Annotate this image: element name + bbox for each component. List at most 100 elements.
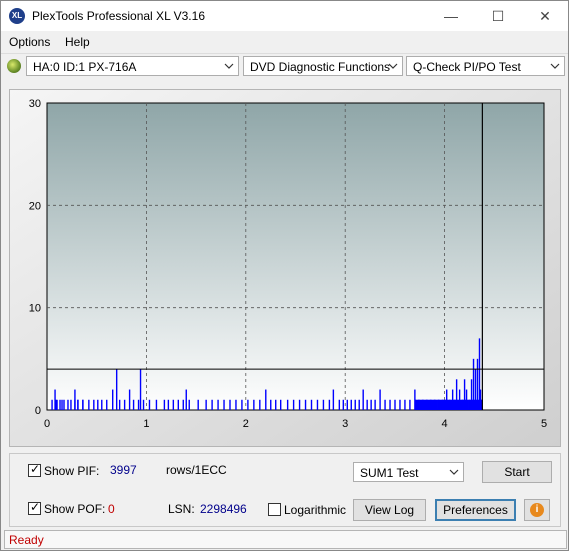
data-bar xyxy=(217,399,219,410)
data-bar xyxy=(404,399,406,410)
toolbar: HA:0 ID:1 PX-716A DVD Diagnostic Functio… xyxy=(1,53,568,80)
checkmark-icon: ✓ xyxy=(30,500,41,514)
pof-value: 0 xyxy=(108,502,115,516)
checkmark-icon: ✓ xyxy=(30,462,41,476)
data-bar xyxy=(362,389,364,410)
data-bar xyxy=(101,399,103,410)
drive-select-value: HA:0 ID:1 PX-716A xyxy=(33,60,137,74)
data-bar xyxy=(163,399,166,410)
data-bar xyxy=(310,399,313,410)
show-pof-label: Show POF: xyxy=(44,502,106,516)
data-bar xyxy=(112,389,114,410)
data-bar xyxy=(316,399,319,410)
logarithmic-checkbox[interactable] xyxy=(268,503,281,516)
data-bar xyxy=(286,399,289,410)
x-tick-label: 5 xyxy=(541,418,547,430)
data-bar xyxy=(342,399,345,410)
chevron-down-icon xyxy=(224,63,234,69)
data-bar xyxy=(275,399,277,410)
data-bar xyxy=(265,389,267,410)
function-select-value: DVD Diagnostic Functions xyxy=(250,60,391,74)
data-bar xyxy=(82,399,84,410)
x-tick-label: 4 xyxy=(442,418,448,430)
data-bar xyxy=(172,399,175,410)
data-bar xyxy=(389,399,391,410)
data-bar xyxy=(51,399,53,410)
data-bar xyxy=(384,399,386,410)
data-bar xyxy=(148,399,151,410)
menu-options[interactable]: Options xyxy=(9,35,50,49)
menu-help[interactable]: Help xyxy=(65,35,90,49)
app-logo-icon: XL xyxy=(9,8,25,24)
data-bar xyxy=(328,399,331,410)
function-select[interactable]: DVD Diagnostic Functions xyxy=(243,56,403,76)
start-button[interactable]: Start xyxy=(482,461,552,483)
data-bar xyxy=(155,399,158,410)
data-bar xyxy=(185,389,187,410)
lsn-value: 2298496 xyxy=(200,502,247,516)
data-bar xyxy=(67,399,69,410)
data-bar xyxy=(223,399,225,410)
x-tick-label: 2 xyxy=(243,418,249,430)
minimize-button[interactable]: — xyxy=(428,1,474,31)
data-bar xyxy=(106,399,108,410)
maximize-button[interactable]: ☐ xyxy=(475,1,521,31)
data-bar xyxy=(253,399,255,410)
status-text: Ready xyxy=(9,533,44,547)
sum-test-select-value: SUM1 Test xyxy=(360,466,419,480)
view-log-button[interactable]: View Log xyxy=(353,499,426,521)
data-bar xyxy=(97,399,99,410)
data-bar xyxy=(70,399,72,410)
data-bar xyxy=(132,399,135,410)
data-bar xyxy=(63,399,65,410)
menu-bar: Options Help xyxy=(1,32,568,52)
data-bar xyxy=(118,399,121,410)
y-tick-label: 10 xyxy=(29,303,41,315)
x-tick-label: 1 xyxy=(143,418,149,430)
data-bar xyxy=(77,399,79,410)
controls-panel: ✓ Show PIF: 3997 rows/1ECC SUM1 Test Sta… xyxy=(9,453,561,527)
info-button[interactable]: i xyxy=(524,499,550,521)
data-bar xyxy=(370,399,372,410)
data-bar xyxy=(350,399,352,410)
plot-area xyxy=(46,102,545,411)
data-bar xyxy=(304,399,307,410)
data-bar xyxy=(188,399,190,410)
show-pif-label: Show PIF: xyxy=(44,464,100,478)
close-button[interactable]: ✕ xyxy=(522,1,568,31)
test-select-value: Q-Check PI/PO Test xyxy=(413,60,521,74)
window-title: PlexTools Professional XL V3.16 xyxy=(32,9,205,23)
sum-test-select[interactable]: SUM1 Test xyxy=(353,462,464,482)
data-bar xyxy=(394,399,396,410)
data-bar xyxy=(59,399,61,410)
data-bar xyxy=(115,369,118,410)
pif-value: 3997 xyxy=(110,463,137,477)
show-pif-checkbox[interactable]: ✓ xyxy=(28,462,41,477)
data-bar xyxy=(366,399,368,410)
status-bar: Ready xyxy=(4,530,567,549)
data-bar xyxy=(61,399,63,410)
title-bar: XL PlexTools Professional XL V3.16 — ☐ ✕ xyxy=(1,1,568,31)
data-bar xyxy=(197,399,199,410)
data-bar xyxy=(123,399,126,410)
data-bar xyxy=(167,399,170,410)
data-bar xyxy=(292,399,295,410)
data-bar xyxy=(137,399,140,410)
preferences-button[interactable]: Preferences xyxy=(435,499,516,521)
data-bar xyxy=(211,399,213,410)
drive-select[interactable]: HA:0 ID:1 PX-716A xyxy=(26,56,239,76)
data-bar xyxy=(354,399,356,410)
data-bar xyxy=(139,369,142,410)
test-select[interactable]: Q-Check PI/PO Test xyxy=(406,56,565,76)
data-bar xyxy=(182,399,184,410)
data-bar xyxy=(128,389,131,410)
info-icon: i xyxy=(530,503,544,517)
data-bar xyxy=(54,389,56,410)
y-tick-label: 30 xyxy=(29,98,41,110)
drive-icon xyxy=(7,59,21,73)
chevron-down-icon xyxy=(550,63,560,69)
show-pof-checkbox[interactable]: ✓ xyxy=(28,500,41,515)
data-bar xyxy=(205,399,207,410)
data-bar xyxy=(241,399,243,410)
data-bar xyxy=(259,399,261,410)
